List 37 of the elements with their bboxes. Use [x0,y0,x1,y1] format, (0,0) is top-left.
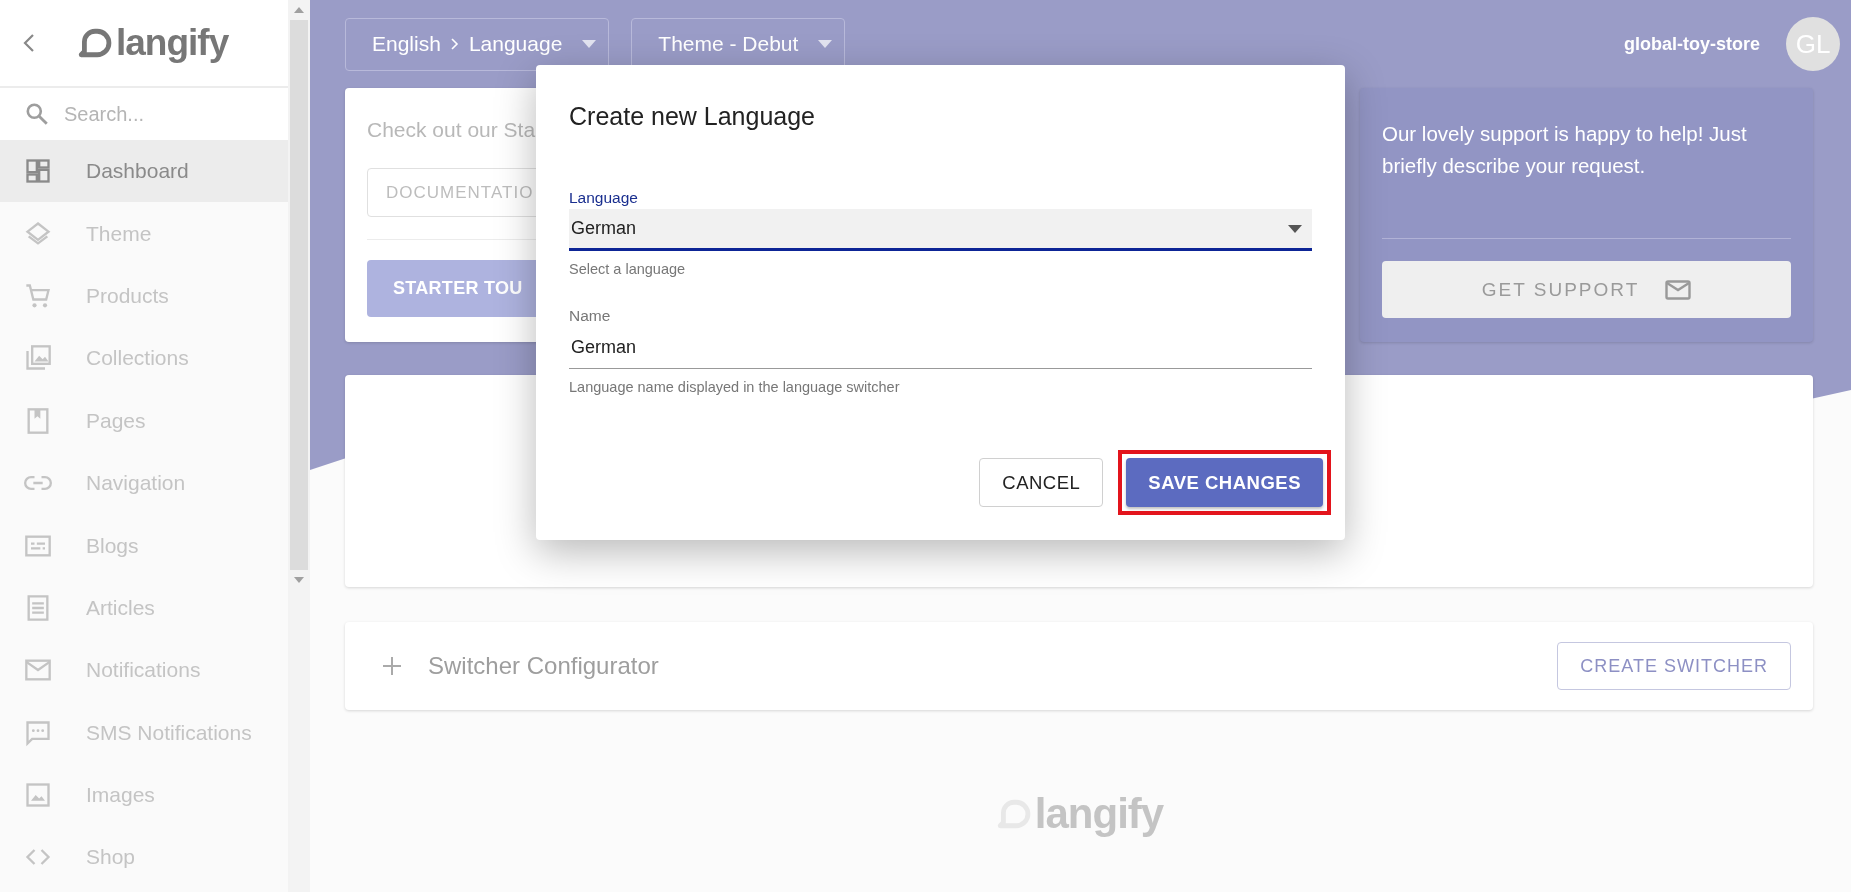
store-name: global-toy-store [1624,33,1760,55]
select-value[interactable]: German [569,217,1288,240]
mail-icon [1665,279,1692,300]
nav-label: Dashboard [86,159,189,184]
text-input[interactable]: German [569,336,1312,359]
sidebar-item[interactable]: Dashboard [0,140,288,203]
support-text: Our lovely support is happy to help! Just briefly describe your request. [1382,121,1748,179]
scrollbar[interactable] [288,0,310,892]
plus-icon[interactable] [382,656,402,676]
chat-icon [24,718,52,747]
helper-text: Language name displayed in the language switcher [569,379,901,395]
cart-icon [24,281,52,310]
field-label: Language [569,189,639,207]
language-select[interactable]: German [569,209,1312,251]
back-icon[interactable] [22,33,36,53]
chevron-icon [450,38,459,50]
search-field[interactable]: Search... [62,101,266,127]
section-title: Switcher Configurator [428,652,659,680]
create-switcher-button[interactable]: CREATE SWITCHER [1557,642,1791,690]
card-text: Check out our Sta [367,118,536,142]
support-button[interactable]: GET SUPPORT [1382,261,1791,318]
scroll-down-icon[interactable] [294,577,304,583]
caret-icon [818,40,833,48]
scroll-up-icon[interactable] [294,7,304,13]
name-field[interactable]: German [569,327,1312,369]
search-icon [24,101,50,127]
bubble-icon [76,27,112,59]
caret-icon [582,40,597,48]
image-icon [24,781,52,810]
photo-stack-icon [24,344,52,373]
cancel-button[interactable]: CANCEL [979,458,1104,507]
save-button[interactable]: SAVE CHANGES [1126,458,1323,507]
logo-text: langify [116,22,229,64]
dialog-title: Create new Language [569,102,817,131]
search-bar[interactable]: Search... [0,88,288,140]
dashboard-icon [24,157,52,186]
dropdown-arrow-icon [1288,224,1302,233]
